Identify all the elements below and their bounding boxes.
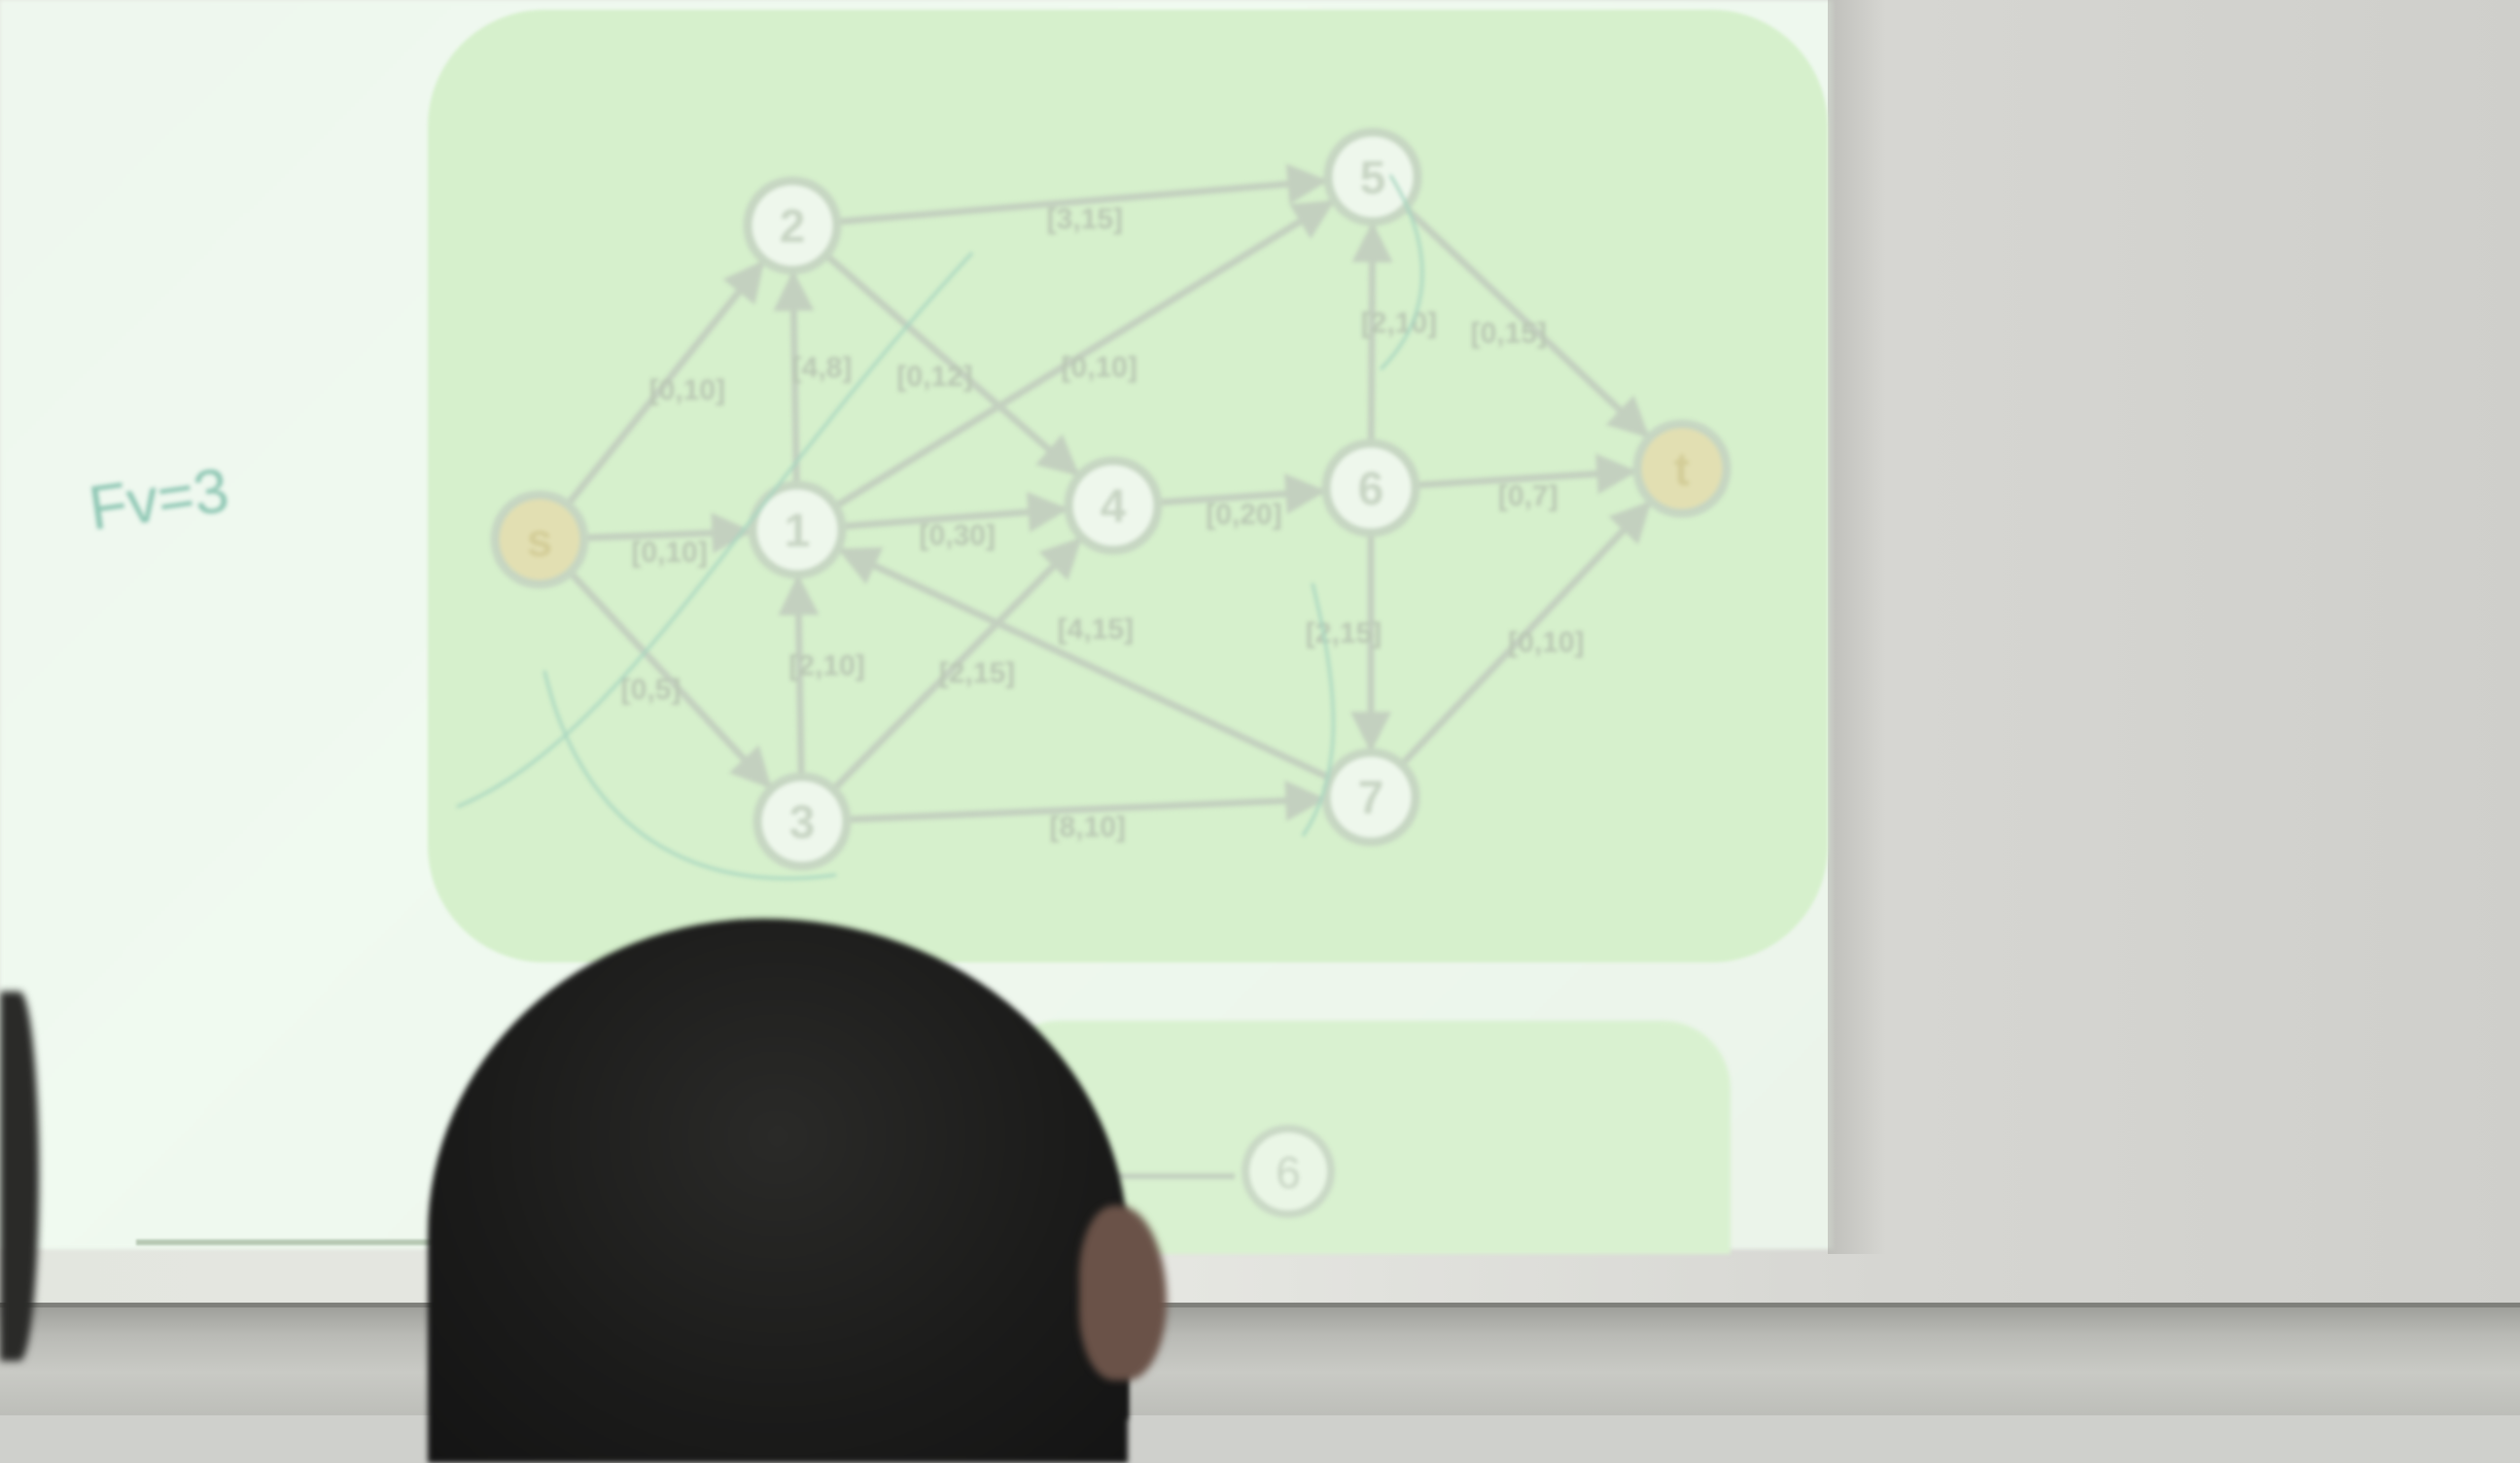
node-label: t <box>1674 444 1690 496</box>
node-label: 4 <box>1101 481 1127 533</box>
node-6: 6 <box>1321 438 1420 538</box>
left-edge-shadow <box>0 992 39 1361</box>
edge-label: [0,7] <box>1498 480 1558 512</box>
edge-label: [2,15] <box>1306 617 1382 649</box>
node-label: 2 <box>780 201 806 253</box>
flow-network-diagram: [0,10] [0,10] [0,5] [4,8] [2,10] [3,15] [0,12]… <box>85 127 1732 1218</box>
node-label: 1 <box>785 505 811 557</box>
node-label: 6 <box>1358 464 1384 515</box>
bottom-node-label: 6 <box>1276 1147 1301 1198</box>
edge-label: [0,12] <box>896 361 972 393</box>
edge-label: [4,15] <box>1058 613 1134 645</box>
edge-label: [0,5] <box>621 674 682 706</box>
handwritten-note: Fv=3 <box>85 455 233 543</box>
node-7: 7 <box>1321 748 1420 847</box>
whiteboard-ledge <box>0 1307 2520 1415</box>
node-4: 4 <box>1064 456 1163 555</box>
node-t: t <box>1632 419 1732 518</box>
edge-label: [4,8] <box>792 352 853 384</box>
edge-7-1 <box>837 546 1332 782</box>
edge-label: [3,15] <box>1047 203 1123 235</box>
node-s: s <box>490 490 589 589</box>
edge-label: [8,10] <box>1050 811 1126 843</box>
node-3: 3 <box>752 772 852 871</box>
edge-label: [0,10] <box>649 374 725 406</box>
node-2: 2 <box>743 176 842 275</box>
edge-label: [2,10] <box>1361 307 1437 339</box>
edge-label: [0,30] <box>919 519 995 551</box>
edge-label: [2,10] <box>788 650 864 682</box>
node-label: 3 <box>789 797 816 849</box>
edge-label: [0,10] <box>1508 626 1584 658</box>
edge-label: [0,15] <box>1471 317 1547 349</box>
edge-label: [0,20] <box>1206 499 1281 531</box>
node-1: 1 <box>748 480 847 579</box>
node-5: 5 <box>1323 127 1422 226</box>
node-label: 7 <box>1358 773 1384 824</box>
node-label: s <box>527 515 553 567</box>
edge-label: [0,10] <box>631 537 707 569</box>
edge-label: [0,10] <box>1061 351 1137 383</box>
edge-label: [2,15] <box>939 657 1015 689</box>
node-label: 5 <box>1360 153 1386 204</box>
